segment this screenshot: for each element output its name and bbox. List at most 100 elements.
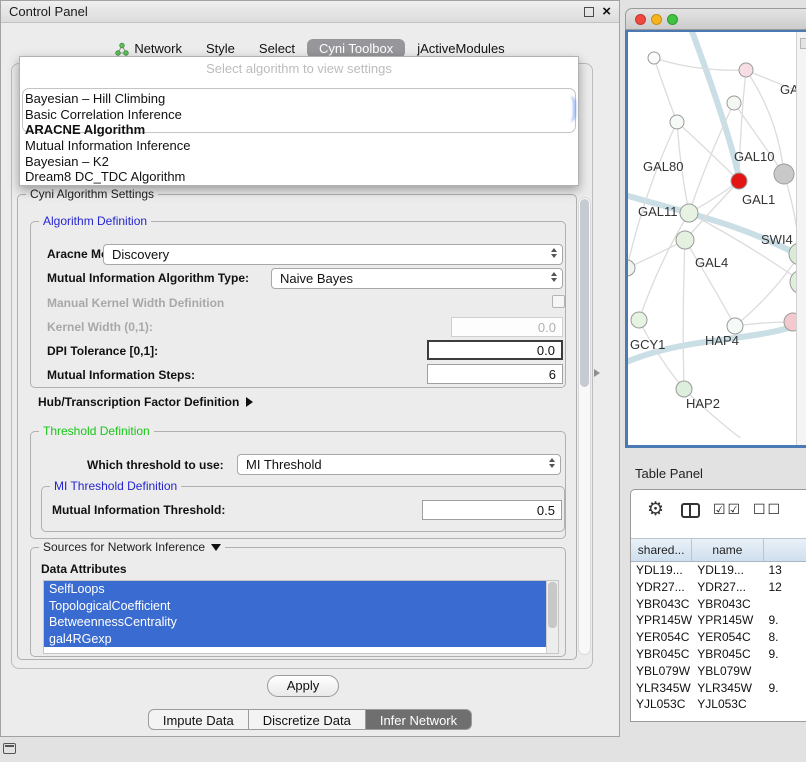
scrollbar-arrow-box[interactable]: [800, 38, 806, 49]
aracne-mode-value: Discovery: [112, 247, 169, 262]
node-label: SWI4: [761, 232, 793, 247]
table-row[interactable]: YER054CYER054C8.: [631, 629, 806, 646]
algorithm-option[interactable]: Dream8 DC_TDC Algorithm: [22, 169, 576, 185]
select-columns-checked-icon[interactable]: ☑☑: [713, 501, 742, 518]
settings-scrollbar[interactable]: [578, 197, 591, 655]
algorithm-option[interactable]: Bayesian – Hill Climbing: [22, 91, 576, 107]
float-window-icon[interactable]: [584, 7, 594, 17]
network-node[interactable]: [774, 164, 794, 184]
table-cell: YDR27...: [631, 579, 692, 596]
attribute-item[interactable]: SelfLoops: [44, 581, 547, 598]
bottom-tab-infer-network[interactable]: Infer Network: [366, 709, 472, 730]
network-node[interactable]: [628, 260, 635, 276]
network-edge[interactable]: [639, 213, 689, 320]
tab-label: Select: [259, 41, 295, 56]
table-row[interactable]: YBR043CYBR043C: [631, 596, 806, 613]
mac-minimize-icon[interactable]: [651, 14, 662, 25]
table-cell: YLR345W: [692, 680, 763, 697]
column-layout-icon[interactable]: [681, 503, 700, 518]
column-header[interactable]: [764, 539, 806, 561]
network-node[interactable]: [727, 318, 743, 334]
table-row[interactable]: YJL053CYJL053C: [631, 696, 806, 713]
gear-icon[interactable]: ⚙: [647, 498, 664, 521]
which-threshold-label: Which threshold to use:: [87, 458, 224, 472]
network-edge[interactable]: [654, 58, 677, 122]
table-row[interactable]: YDR27...YDR27...12: [631, 579, 806, 596]
table-cell: YBL079W: [631, 663, 692, 680]
apply-button[interactable]: Apply: [267, 675, 339, 697]
sources-title-text: Sources for Network Inference: [43, 540, 205, 554]
network-edge[interactable]: [689, 103, 734, 213]
which-threshold-value: MI Threshold: [246, 457, 322, 472]
dpi-tolerance-field[interactable]: 0.0: [427, 340, 563, 360]
algorithm-option[interactable]: Basic Correlation Inference: [22, 107, 576, 123]
mi-steps-field[interactable]: 6: [427, 364, 563, 384]
network-graph: GALGAL80GAL10GAL1GAL11SWI4GAL4GCY1HAP4HA…: [628, 32, 796, 438]
network-canvas[interactable]: GALGAL80GAL10GAL1GAL11SWI4GAL4GCY1HAP4HA…: [628, 32, 796, 438]
column-header[interactable]: name: [692, 539, 763, 561]
kernel-width-field[interactable]: 0.0: [451, 317, 563, 337]
node-label: HAP2: [686, 396, 720, 411]
mi-threshold-field[interactable]: 0.5: [422, 500, 562, 520]
algorithm-option[interactable]: Mutual Information Inference: [22, 138, 576, 154]
network-edge[interactable]: [628, 240, 685, 268]
close-window-icon[interactable]: ×: [602, 2, 611, 22]
desktop: Control Panel × NetworkStyleSelectCyni T…: [0, 0, 806, 762]
bottom-tab-discretize-data[interactable]: Discretize Data: [249, 709, 366, 730]
algorithm-option[interactable]: ARACNE Algorithm: [22, 122, 576, 138]
which-threshold-select[interactable]: MI Threshold: [237, 454, 561, 475]
settings-group-title: Cyni Algorithm Settings: [26, 187, 158, 201]
mi-algorithm-type-select[interactable]: Naive Bayes: [271, 268, 563, 289]
network-node[interactable]: [648, 52, 660, 64]
table-cell: 12: [763, 579, 806, 596]
network-node[interactable]: [676, 381, 692, 397]
aracne-mode-select[interactable]: Discovery: [103, 244, 563, 265]
select-columns-unchecked-icon[interactable]: ☐☐: [753, 501, 782, 518]
node-label: GCY1: [630, 337, 665, 352]
table-row[interactable]: YBR045CYBR045C9.: [631, 646, 806, 663]
dpi-tolerance-label: DPI Tolerance [0,1]:: [47, 344, 158, 358]
table-row[interactable]: YDL19...YDL19...13: [631, 562, 806, 579]
collapsed-panel-icon[interactable]: [3, 743, 16, 754]
table-cell: YBR043C: [692, 596, 763, 613]
mac-close-icon[interactable]: [635, 14, 646, 25]
data-attributes-list[interactable]: SelfLoopsTopologicalCoefficientBetweenne…: [43, 580, 559, 654]
manual-kernel-width-label: Manual Kernel Width Definition: [47, 296, 224, 310]
network-edge[interactable]: [739, 70, 746, 181]
network-edge[interactable]: [685, 240, 735, 326]
scrollbar-thumb[interactable]: [580, 199, 589, 387]
algorithm-option[interactable]: Bayesian – K2: [22, 154, 576, 170]
network-scrollbar[interactable]: [796, 32, 806, 445]
attribute-item[interactable]: TopologicalCoefficient: [44, 598, 547, 615]
network-view-window: GALGAL80GAL10GAL1GAL11SWI4GAL4GCY1HAP4HA…: [625, 8, 806, 448]
table-row[interactable]: YPR145WYPR145W9.: [631, 612, 806, 629]
scrollbar-thumb[interactable]: [548, 582, 557, 628]
attribute-item[interactable]: BetweennessCentrality: [44, 614, 547, 631]
bottom-tab-impute-data[interactable]: Impute Data: [148, 709, 249, 730]
hub-definition-expander[interactable]: Hub/Transcription Factor Definition: [38, 395, 253, 409]
sources-group: Sources for Network Inference Data Attri…: [30, 547, 566, 657]
attributes-scrollbar[interactable]: [546, 581, 558, 653]
table-cell: YER054C: [631, 629, 692, 646]
network-node[interactable]: [680, 204, 698, 222]
network-node[interactable]: [670, 115, 684, 129]
sources-group-title[interactable]: Sources for Network Inference: [39, 540, 225, 554]
node-label: GAL1: [742, 192, 775, 207]
network-window-titlebar[interactable]: [625, 8, 806, 30]
table-cell: YPR145W: [692, 612, 763, 629]
network-node[interactable]: [727, 96, 741, 110]
network-node[interactable]: [676, 231, 694, 249]
column-header[interactable]: shared...: [631, 539, 692, 561]
table-row[interactable]: YLR345WYLR345W9.: [631, 680, 806, 697]
panel-expand-arrow-icon[interactable]: [594, 369, 600, 377]
network-node[interactable]: [739, 63, 753, 77]
table-cell: YLR345W: [631, 680, 692, 697]
network-edge[interactable]: [683, 240, 685, 389]
manual-kernel-width-checkbox[interactable]: [552, 295, 565, 308]
attribute-item[interactable]: gal4RGexp: [44, 631, 547, 648]
tab-label: Style: [206, 41, 235, 56]
mac-zoom-icon[interactable]: [667, 14, 678, 25]
network-node[interactable]: [731, 173, 747, 189]
table-row[interactable]: YBL079WYBL079W: [631, 663, 806, 680]
network-node[interactable]: [631, 312, 647, 328]
